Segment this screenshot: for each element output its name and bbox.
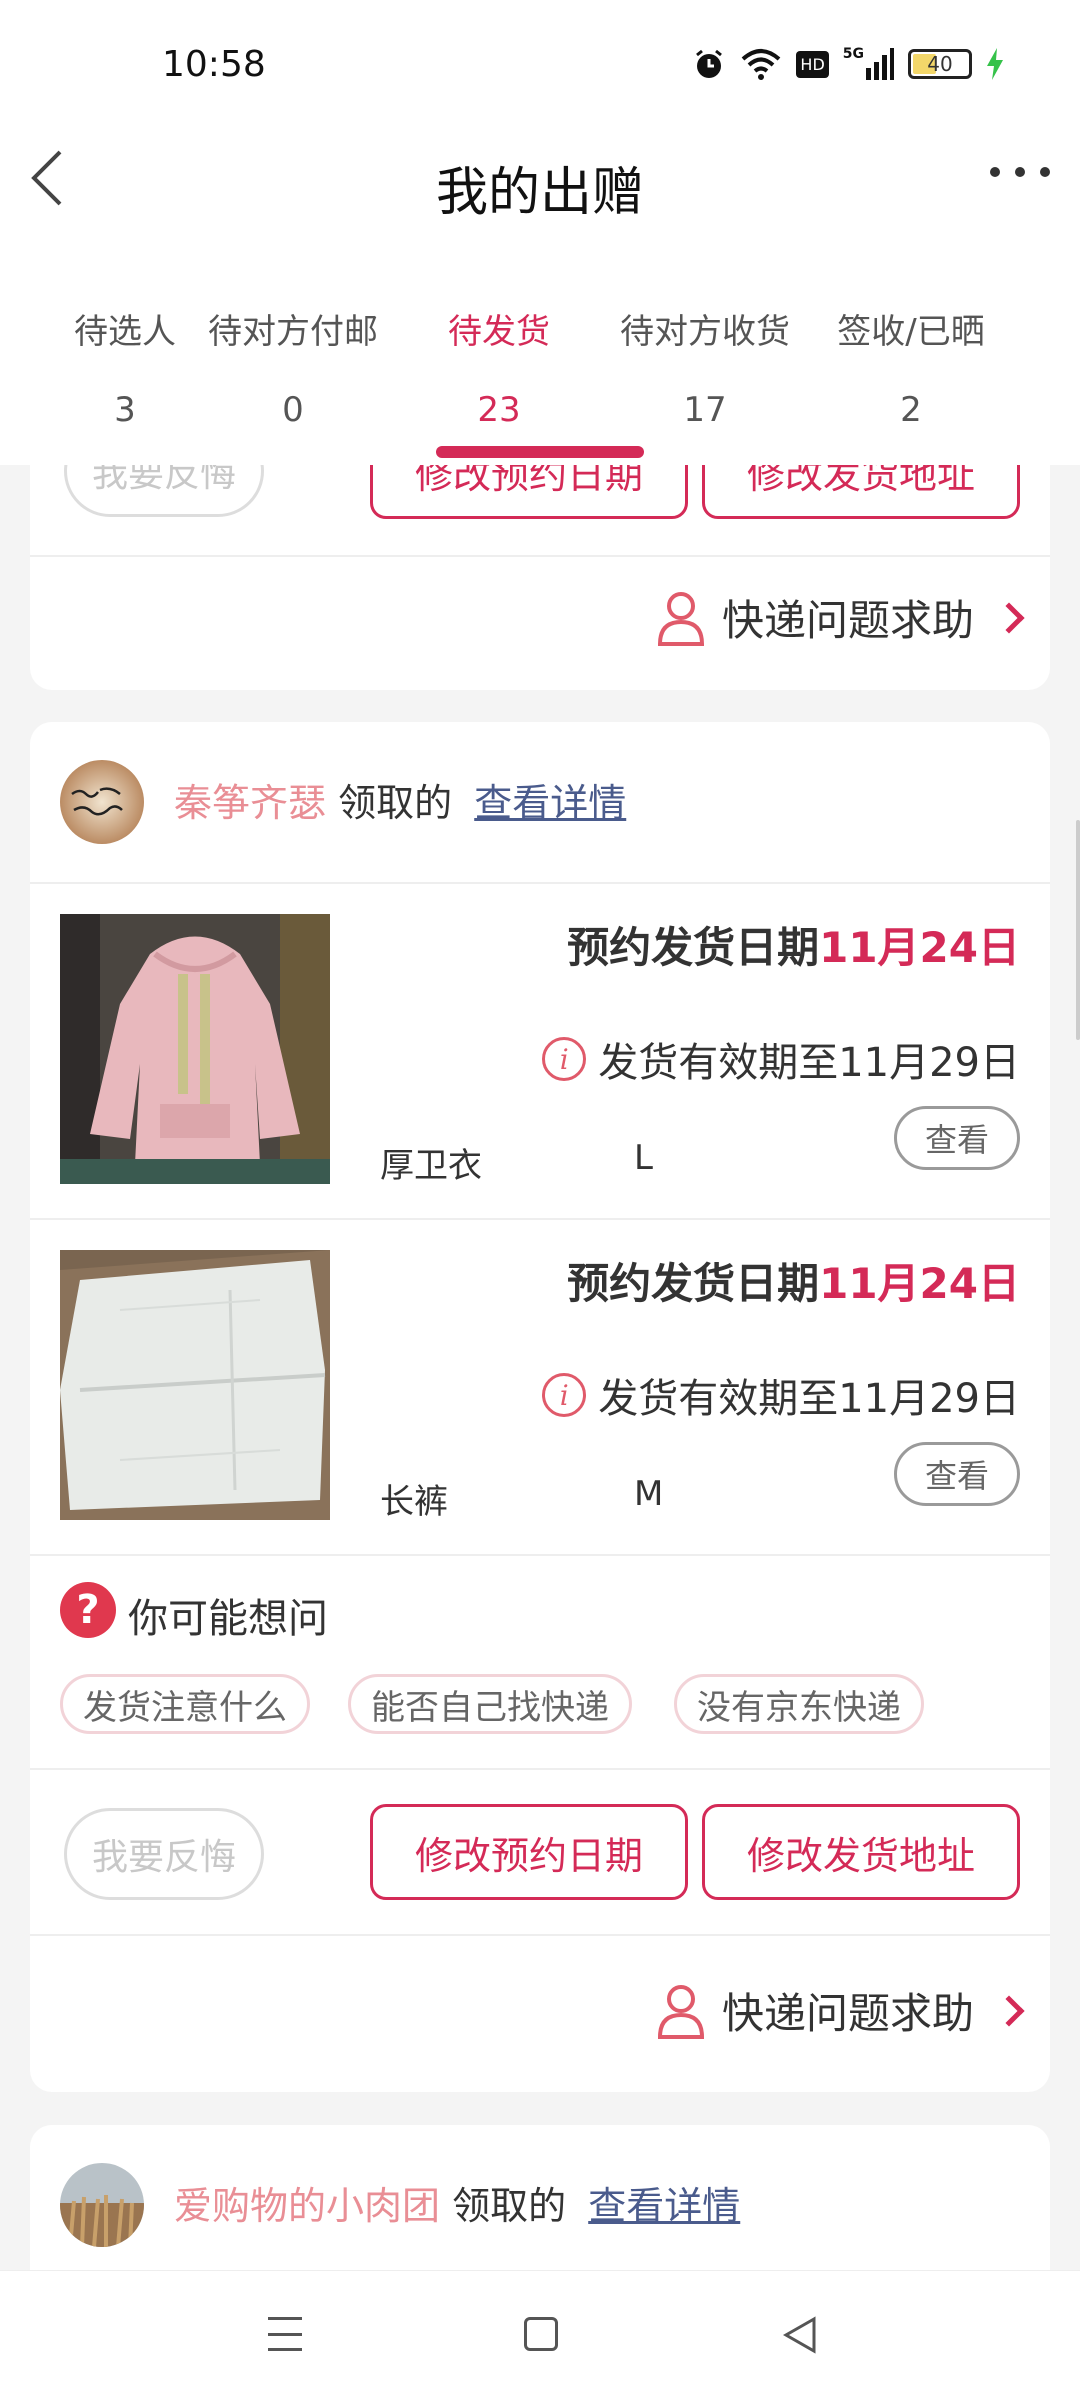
order-list[interactable]: 我要反悔 修改预约日期 修改发货地址 快递问题求助 秦筝齐瑟 领取的 查看详情 <box>0 465 1080 2270</box>
charging-icon <box>986 46 1004 82</box>
info-icon[interactable]: i <box>542 1037 587 1081</box>
item-photo-hoodie[interactable] <box>60 914 330 1184</box>
info-icon[interactable]: i <box>542 1373 587 1417</box>
system-nav-bar <box>0 2270 1080 2400</box>
chevron-right-icon <box>993 601 1025 634</box>
claimer-name[interactable]: 秦筝齐瑟 <box>174 781 326 825</box>
wifi-icon <box>740 46 782 82</box>
person-icon <box>657 1984 704 2039</box>
page-title: 我的出赠 <box>435 163 644 223</box>
tab-pending-postage[interactable]: 待对方付邮 0 <box>190 280 396 465</box>
battery-icon: 40 <box>908 49 972 79</box>
tab-label: 签收/已晒 <box>837 312 985 352</box>
validity-text: 发货有效期至11月29日 <box>598 1040 1020 1086</box>
tab-pending-selection[interactable]: 待选人 3 <box>60 280 190 465</box>
tab-count: 17 <box>683 390 727 430</box>
ship-date-value: 11月24日 <box>819 923 1020 972</box>
ship-date-value: 11月24日 <box>819 1259 1020 1308</box>
view-item-button[interactable]: 查看 <box>894 1442 1020 1506</box>
item-size: M <box>634 1474 664 1514</box>
faq-chip[interactable]: 能否自己找快递 <box>348 1674 632 1734</box>
claimed-suffix: 领取的 <box>338 781 453 825</box>
ship-date-label: 预约发货日期 <box>567 1259 820 1308</box>
more-icon[interactable] <box>990 160 1050 184</box>
claimer-name[interactable]: 爱购物的小肉团 <box>174 2184 440 2228</box>
ship-date-label: 预约发货日期 <box>567 923 820 972</box>
order-card: 秦筝齐瑟 领取的 查看详情 预约发货日期11月24日 i 发货有效期至11月29… <box>30 722 1050 2092</box>
faq-chip[interactable]: 发货注意什么 <box>60 1674 310 1734</box>
home-button[interactable] <box>524 2317 558 2351</box>
tab-count: 23 <box>477 390 521 430</box>
order-item: 预约发货日期11月24日 i 发货有效期至11月29日 厚卫衣 L 查看 <box>30 884 1050 1218</box>
regret-button[interactable]: 我要反悔 <box>64 465 264 517</box>
status-bar: 10:58 HD 5G 40 <box>0 0 1080 130</box>
view-detail-link[interactable]: 查看详情 <box>474 781 626 825</box>
validity-row: i 发货有效期至11月29日 <box>542 1366 1020 1424</box>
validity-text: 发货有效期至11月29日 <box>598 1376 1020 1422</box>
hd-icon: HD <box>796 46 829 82</box>
status-tabs: 待选人 3 待对方付邮 0 待发货 23 待对方收货 17 签收/已晒 2 <box>0 280 1080 465</box>
tab-label: 待对方付邮 <box>208 312 378 352</box>
signal-icon: 5G <box>843 46 894 82</box>
tab-pending-receipt[interactable]: 待对方收货 17 <box>602 280 808 465</box>
tab-label: 待发货 <box>448 312 550 352</box>
tab-label: 待对方收货 <box>620 312 790 352</box>
tab-count: 0 <box>282 390 304 430</box>
tab-pending-shipment[interactable]: 待发货 23 <box>396 280 602 465</box>
status-icons: HD 5G 40 <box>692 46 1004 82</box>
claimed-suffix: 领取的 <box>452 2184 567 2228</box>
item-size: L <box>634 1138 653 1178</box>
active-tab-indicator <box>436 446 644 458</box>
scrollbar[interactable] <box>1076 820 1080 1040</box>
view-detail-link[interactable]: 查看详情 <box>588 2184 740 2228</box>
view-item-button[interactable]: 查看 <box>894 1106 1020 1170</box>
recent-apps-button[interactable] <box>268 2317 302 2351</box>
courier-help-link[interactable]: 快递问题求助 <box>656 1980 1025 2041</box>
ship-date: 预约发货日期11月24日 <box>567 914 1020 975</box>
order-card-previous: 我要反悔 修改预约日期 修改发货地址 快递问题求助 <box>30 465 1050 690</box>
item-photo-pants[interactable] <box>60 1250 330 1520</box>
courier-help-link[interactable]: 快递问题求助 <box>656 587 1025 648</box>
modify-date-button[interactable]: 修改预约日期 <box>370 465 688 519</box>
item-name: 厚卫衣 <box>380 1146 482 1186</box>
modify-address-button[interactable]: 修改发货地址 <box>702 1804 1020 1900</box>
tab-label: 待选人 <box>74 312 176 352</box>
regret-button[interactable]: 我要反悔 <box>64 1808 264 1900</box>
status-time: 10:58 <box>162 44 266 85</box>
back-nav-button[interactable] <box>780 2315 820 2355</box>
avatar[interactable] <box>60 2163 144 2247</box>
modify-date-button[interactable]: 修改预约日期 <box>370 1804 688 1900</box>
alarm-icon <box>692 46 726 82</box>
order-card-next: 爱购物的小肉团 领取的 查看详情 <box>30 2125 1050 2270</box>
avatar[interactable] <box>60 760 144 844</box>
faq-title: 你可能想问 <box>128 1596 328 1642</box>
chevron-right-icon <box>993 1994 1025 2027</box>
item-name: 长裤 <box>380 1482 448 1522</box>
order-item: 预约发货日期11月24日 i 发货有效期至11月29日 长裤 M 查看 <box>30 1220 1050 1554</box>
hd-label: HD <box>796 50 829 78</box>
tab-count: 2 <box>900 390 922 430</box>
person-icon <box>657 591 704 646</box>
faq-chip[interactable]: 没有京东快递 <box>674 1674 924 1734</box>
question-icon: ? <box>60 1582 116 1638</box>
battery-level: 40 <box>927 52 953 76</box>
courier-help-label: 快递问题求助 <box>721 596 974 645</box>
ship-date: 预约发货日期11月24日 <box>567 1250 1020 1311</box>
claimer-line: 秦筝齐瑟 领取的 查看详情 <box>174 772 626 827</box>
tab-signed[interactable]: 签收/已晒 2 <box>808 280 1014 465</box>
network-label: 5G <box>842 46 864 62</box>
courier-help-label: 快递问题求助 <box>721 1989 974 2038</box>
claimer-line: 爱购物的小肉团 领取的 查看详情 <box>174 2175 740 2230</box>
modify-address-button[interactable]: 修改发货地址 <box>702 465 1020 519</box>
validity-row: i 发货有效期至11月29日 <box>542 1030 1020 1088</box>
tab-count: 3 <box>114 390 136 430</box>
